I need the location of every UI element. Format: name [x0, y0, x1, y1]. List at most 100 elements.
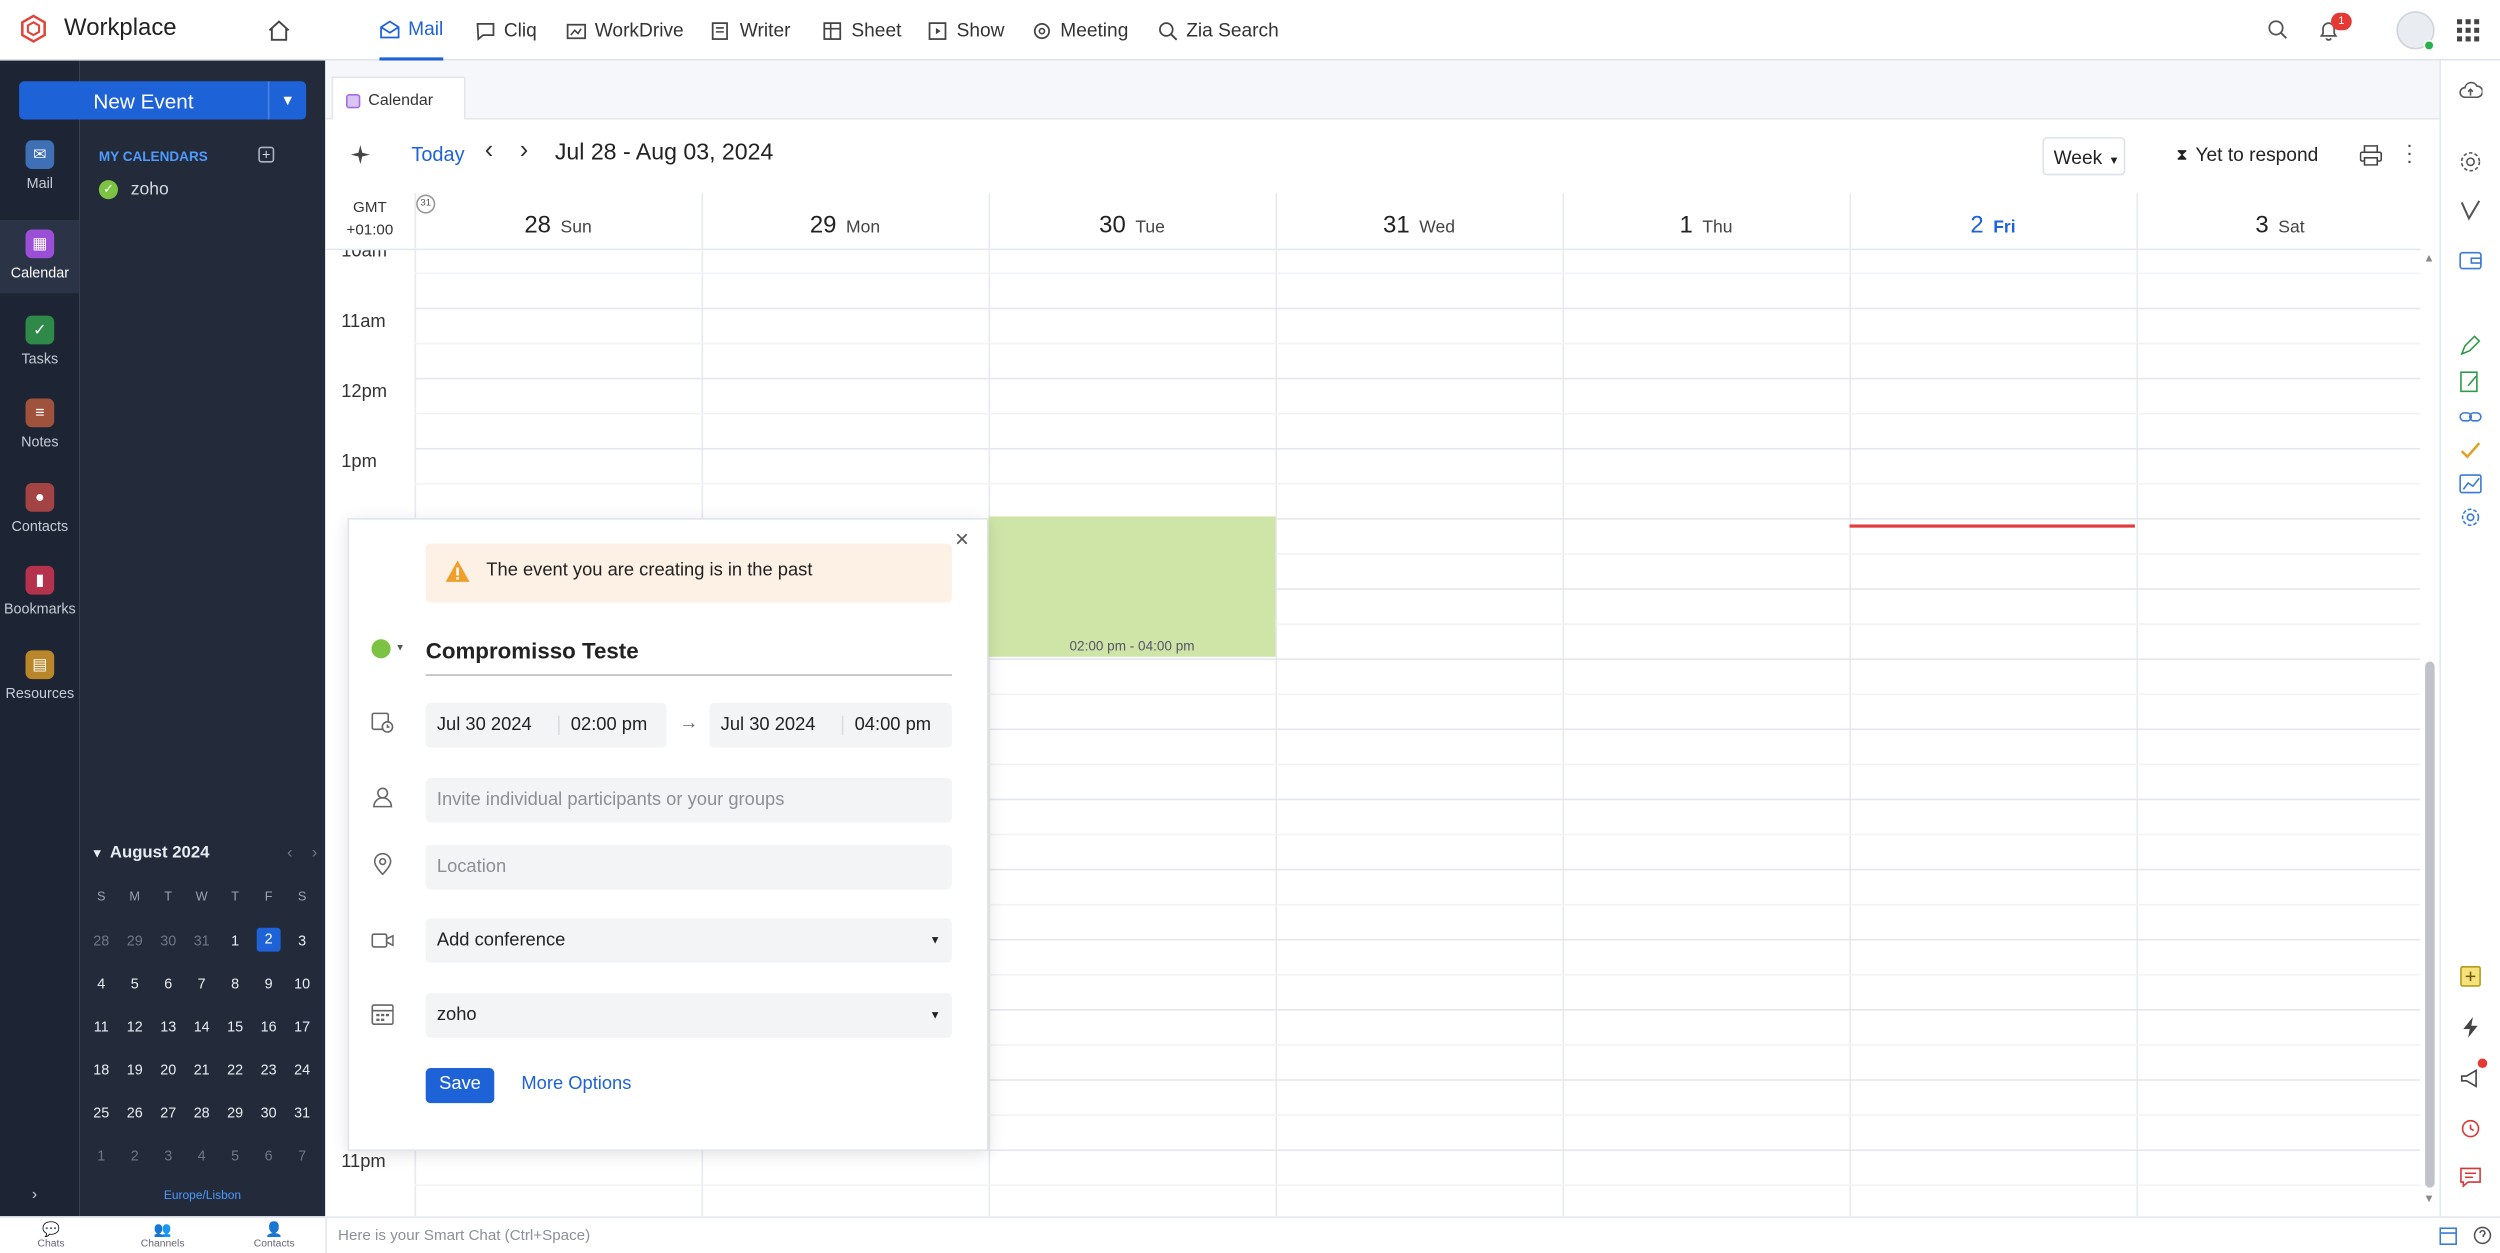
minical-day[interactable]: 3 [285, 918, 318, 961]
minical-day[interactable]: 28 [85, 918, 118, 961]
minical-day[interactable]: 12 [118, 1004, 151, 1047]
rail-calendar[interactable]: ▦ Calendar [0, 219, 80, 294]
more-options-link[interactable]: More Options [521, 1074, 631, 1093]
app-grid-icon[interactable] [2456, 19, 2480, 42]
link-icon[interactable] [2459, 405, 2483, 429]
minical-day[interactable]: 16 [252, 1004, 285, 1047]
rail-resources[interactable]: ▤ Resources [0, 650, 80, 701]
minical-day[interactable]: 23 [252, 1047, 285, 1090]
conference-select[interactable]: Add conference ▼ [425, 918, 952, 963]
rail-contacts[interactable]: ● Contacts [0, 483, 80, 534]
scroll-down-icon[interactable]: ▼ [2423, 1194, 2434, 1205]
save-button[interactable]: Save [425, 1068, 495, 1104]
settings-icon[interactable] [2459, 150, 2483, 174]
scroll-up-icon[interactable]: ▲ [2423, 253, 2434, 264]
minical-day[interactable]: 24 [285, 1047, 318, 1090]
minical-day[interactable]: 9 [252, 961, 285, 1004]
day-header[interactable]: 29 Mon [702, 212, 989, 239]
print-icon[interactable] [2359, 145, 2383, 166]
minical-day[interactable]: 22 [218, 1047, 251, 1090]
participants-input[interactable]: Invite individual participants or your g… [425, 777, 952, 823]
chat-bubble-icon[interactable] [2459, 1165, 2483, 1189]
timezone-link[interactable]: Europe/Lisbon [80, 1188, 326, 1202]
minical-day[interactable]: 17 [285, 1004, 318, 1047]
help-icon[interactable] [2473, 1226, 2492, 1245]
minical-day[interactable]: 4 [185, 1133, 218, 1176]
minical-day[interactable]: 3 [151, 1133, 184, 1176]
minical-day[interactable]: 29 [218, 1090, 251, 1133]
minical-day[interactable]: 7 [185, 961, 218, 1004]
minical-day[interactable]: 13 [151, 1004, 184, 1047]
calendar-item-zoho[interactable]: ✓ zoho [98, 180, 169, 200]
minical-day[interactable]: 2 [252, 918, 285, 961]
minical-day[interactable]: 6 [252, 1133, 285, 1176]
minical-day[interactable]: 10 [285, 961, 318, 1004]
lightning-icon[interactable] [2459, 1015, 2483, 1039]
event-title-input[interactable]: Compromisso Teste [425, 631, 952, 676]
bottom-contacts[interactable]: 👤 Contacts [242, 1221, 306, 1250]
minical-title[interactable]: August 2024 [110, 843, 210, 862]
minical-day[interactable]: 26 [118, 1090, 151, 1133]
minical-day[interactable]: 15 [218, 1004, 251, 1047]
expand-chevron-icon[interactable]: › [32, 1186, 37, 1204]
home-icon[interactable] [268, 19, 290, 41]
minical-day[interactable]: 2 [118, 1133, 151, 1176]
analytics-icon[interactable] [2459, 472, 2483, 496]
location-input[interactable]: Location [425, 844, 952, 890]
end-time-field[interactable]: 04:00 pm [843, 716, 931, 735]
color-picker[interactable]: ▼ [371, 639, 405, 659]
signature-icon[interactable] [2459, 198, 2483, 222]
close-icon[interactable]: × [955, 526, 969, 553]
minical-day[interactable]: 7 [285, 1133, 318, 1176]
sparkle-icon[interactable] [350, 145, 370, 165]
prev-month-icon[interactable]: ‹ [287, 843, 293, 862]
today-button[interactable]: Today [411, 143, 464, 165]
new-event-button[interactable]: New Event ▼ [19, 81, 307, 120]
nav-zia-search[interactable]: Zia Search [1158, 0, 1279, 61]
chevron-down-icon[interactable]: ▼ [267, 81, 306, 120]
chevron-down-icon[interactable]: ▼ [91, 846, 104, 860]
minical-day[interactable]: 1 [218, 918, 251, 961]
minical-day[interactable]: 30 [252, 1090, 285, 1133]
more-icon[interactable]: · · · [2406, 134, 2413, 171]
calendar-status-icon[interactable] [2439, 1226, 2458, 1245]
nav-show[interactable]: Show [928, 0, 1005, 61]
nav-cliq[interactable]: Cliq [475, 0, 537, 61]
note-add-icon[interactable] [2459, 964, 2483, 988]
bottom-channels[interactable]: 👥 Channels [131, 1221, 195, 1250]
end-date-field[interactable]: Jul 30 2024 [710, 715, 844, 735]
minical-day[interactable]: 14 [185, 1004, 218, 1047]
nav-writer[interactable]: Writer [711, 0, 790, 61]
add-calendar-button[interactable]: + [258, 146, 275, 163]
next-month-icon[interactable]: › [312, 843, 318, 862]
minical-day[interactable]: 27 [151, 1090, 184, 1133]
next-week-icon[interactable]: › [520, 137, 528, 166]
nav-meeting[interactable]: Meeting [1032, 0, 1128, 61]
minical-day[interactable]: 30 [151, 918, 184, 961]
edit-doc-icon[interactable] [2459, 370, 2483, 394]
day-header[interactable]: 30 Tue [989, 212, 1276, 239]
calendar-select[interactable]: zoho ▼ [425, 993, 952, 1038]
scroll-thumb[interactable] [2425, 661, 2435, 1188]
day-header[interactable]: 31 Wed [1276, 212, 1563, 239]
bottom-chats[interactable]: 💬 Chats [19, 1221, 83, 1250]
alarm-clock-icon[interactable] [2459, 1116, 2483, 1140]
view-select[interactable]: Week ▼ [2042, 137, 2126, 176]
wallet-icon[interactable] [2459, 249, 2483, 273]
rail-notes[interactable]: ≡ Notes [0, 398, 80, 450]
nav-workdrive[interactable]: WorkDrive [566, 0, 684, 61]
minical-day[interactable]: 25 [85, 1090, 118, 1133]
minical-day[interactable]: 21 [185, 1047, 218, 1090]
announcement-icon[interactable] [2459, 1066, 2483, 1090]
event-block[interactable]: 02:00 pm - 04:00 pm [988, 516, 1276, 657]
checkbox-checked-icon[interactable]: ✓ [98, 180, 118, 200]
cloud-upload-icon[interactable] [2459, 78, 2483, 102]
yet-to-respond-button[interactable]: ⧗ Yet to respond [2176, 143, 2318, 165]
minical-day[interactable]: 6 [151, 961, 184, 1004]
nav-sheet[interactable]: Sheet [823, 0, 901, 61]
day-header[interactable]: 3 Sat [2136, 212, 2423, 239]
start-time-field[interactable]: 02:00 pm [560, 716, 647, 735]
checkmark-icon[interactable] [2459, 438, 2483, 462]
minical-day[interactable]: 8 [218, 961, 251, 1004]
rail-tasks[interactable]: ✓ Tasks [0, 315, 80, 367]
